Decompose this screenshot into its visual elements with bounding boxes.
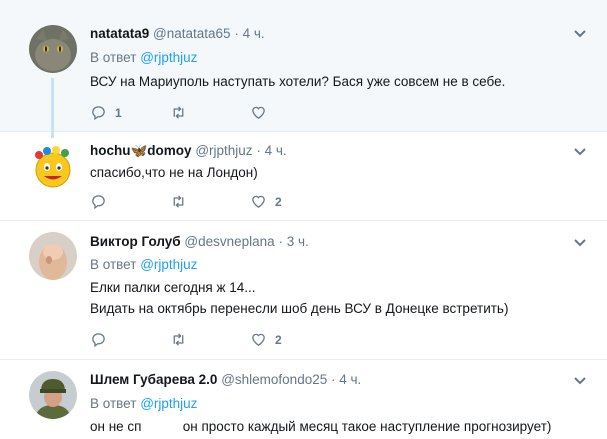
avatar[interactable] — [29, 232, 77, 280]
heart-icon — [252, 333, 265, 346]
timestamp[interactable]: 4 ч. — [243, 26, 265, 41]
separator-dot: · — [256, 143, 261, 158]
retweet-icon — [173, 195, 184, 208]
reply-button[interactable]: 1 — [90, 104, 122, 121]
thread-line — [51, 78, 54, 138]
tweet[interactable]: natatata9 @natatata65 · 4 ч. В ответ @rj… — [0, 0, 607, 138]
chevron-down-icon[interactable] — [573, 238, 587, 248]
retweet-button[interactable] — [170, 331, 195, 348]
tweet-text-line: ВСУ на Мариуполь наступать хотели? Бася … — [90, 74, 506, 89]
reply-context: В ответ @rjpthjuz — [90, 396, 197, 411]
username[interactable]: @rjpthjuz — [195, 143, 252, 158]
retweet-button[interactable] — [170, 193, 195, 210]
like-button[interactable]: 2 — [250, 331, 282, 348]
avatar[interactable] — [29, 143, 77, 191]
reply-button[interactable] — [90, 331, 115, 348]
like-button[interactable] — [250, 104, 275, 121]
reply-to-link[interactable]: @rjpthjuz — [140, 396, 197, 411]
display-name[interactable]: Шлем Губарева 2.0 — [90, 372, 217, 387]
display-name[interactable]: hochu🦋domoy — [90, 143, 192, 158]
heart-icon — [252, 106, 265, 119]
tweet-header: Виктор Голуб @desvneplana · 3 ч. — [90, 234, 309, 249]
reply-icon — [92, 333, 105, 348]
tweet-text: спасибо,что не на Лондон) — [90, 163, 258, 182]
tweet-header: Шлем Губарева 2.0 @shlemofondo25 · 4 ч. — [90, 372, 361, 387]
retweet-icon — [173, 333, 184, 346]
separator-dot: · — [278, 234, 283, 249]
tweet-text: ВСУ на Мариуполь наступать хотели? Бася … — [90, 72, 505, 91]
separator-dot: · — [234, 26, 239, 41]
reply-icon — [92, 195, 105, 210]
username[interactable]: @natatata65 — [153, 26, 231, 41]
like-count: 2 — [275, 194, 282, 209]
reply-to-link[interactable]: @rjpthjuz — [140, 50, 197, 65]
reply-context: В ответ @rjpthjuz — [90, 50, 197, 65]
timestamp[interactable]: 3 ч. — [287, 234, 309, 249]
tweet-text-line: Елки палки сегодня ж 14... — [90, 280, 256, 295]
reply-context: В ответ @rjpthjuz — [90, 257, 197, 272]
reply-prefix: В ответ — [90, 50, 137, 65]
tweet-text: Елки палки сегодня ж 14... Видать на окт… — [90, 278, 508, 318]
chevron-down-icon[interactable] — [573, 147, 587, 157]
tweet-header: hochu🦋domoy @rjpthjuz · 4 ч. — [90, 143, 287, 159]
reply-icon — [92, 106, 105, 121]
display-name[interactable]: natatata9 — [90, 26, 149, 41]
tweet[interactable]: Виктор Голуб @desvneplana · 3 ч. В ответ… — [0, 220, 607, 360]
username[interactable]: @desvneplana — [184, 234, 274, 249]
avatar[interactable] — [29, 371, 77, 419]
like-button[interactable]: 2 — [250, 193, 282, 210]
reply-count: 1 — [115, 105, 122, 120]
display-name[interactable]: Виктор Голуб — [90, 234, 181, 249]
like-count: 2 — [275, 332, 282, 347]
tweet[interactable]: Шлем Губарева 2.0 @shlemofondo25 · 4 ч. … — [0, 359, 607, 439]
reply-button[interactable] — [90, 193, 115, 210]
retweet-button[interactable] — [170, 104, 195, 121]
tweet-text-line: Видать на октябрь перенесли шоб день ВСУ… — [90, 301, 509, 316]
timestamp[interactable]: 4 ч. — [265, 143, 287, 158]
tweet-text-line: он не сп он просто каждый месяц такое на… — [90, 419, 552, 434]
tweet-header: natatata9 @natatata65 · 4 ч. — [90, 26, 265, 41]
reply-to-link[interactable]: @rjpthjuz — [140, 257, 197, 272]
separator-dot: · — [331, 372, 336, 387]
retweet-icon — [173, 106, 184, 119]
reply-prefix: В ответ — [90, 396, 137, 411]
tweet[interactable]: hochu🦋domoy @rjpthjuz · 4 ч. спасибо,что… — [0, 131, 607, 221]
heart-icon — [252, 195, 265, 208]
chevron-down-icon[interactable] — [573, 29, 587, 39]
tweet-text-line: спасибо,что не на Лондон) — [90, 165, 258, 180]
tweet-text: он не сп он просто каждый месяц такое на… — [90, 417, 551, 436]
username[interactable]: @shlemofondo25 — [221, 372, 327, 387]
avatar[interactable] — [29, 25, 77, 73]
reply-prefix: В ответ — [90, 257, 137, 272]
timestamp[interactable]: 4 ч. — [339, 372, 361, 387]
chevron-down-icon[interactable] — [573, 376, 587, 386]
